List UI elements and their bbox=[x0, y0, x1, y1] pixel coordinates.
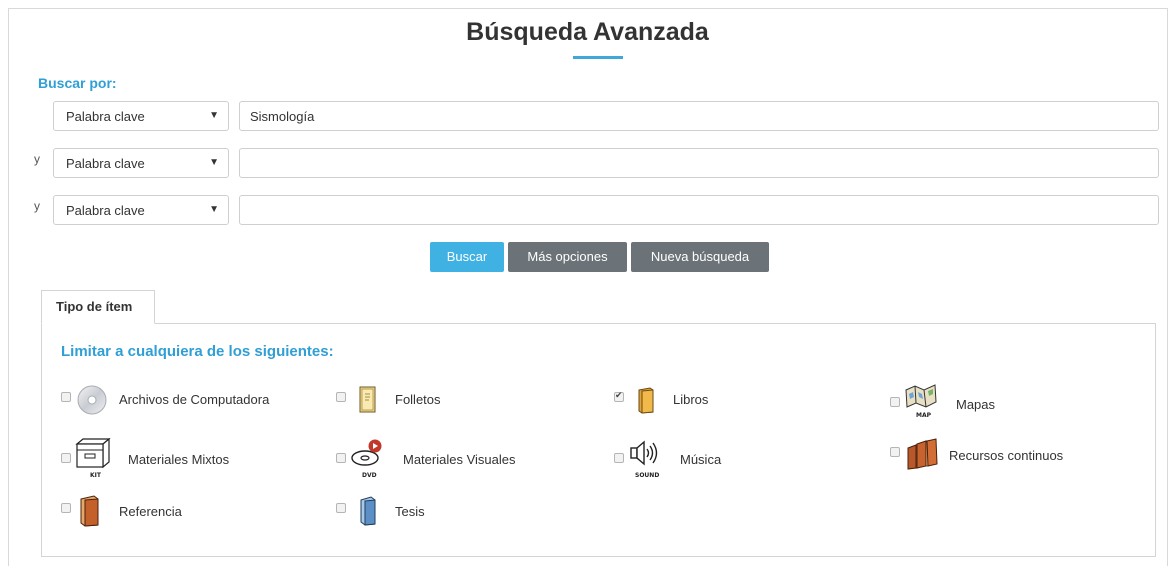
field-select-1[interactable]: Palabra clave ▼ bbox=[53, 101, 229, 131]
item-type-option: Tesis bbox=[336, 494, 536, 528]
row-conjunction: y bbox=[34, 199, 40, 213]
item-type-label: Recursos continuos bbox=[949, 448, 1064, 463]
kit-icon bbox=[75, 438, 111, 468]
search-term-input-3[interactable] bbox=[239, 195, 1159, 225]
item-type-label: Folletos bbox=[395, 392, 441, 407]
search-row-3: y Palabra clave ▼ bbox=[0, 195, 1175, 225]
reference-book-icon bbox=[80, 495, 99, 527]
thesis-book-icon bbox=[360, 496, 376, 526]
search-row-1: Palabra clave ▼ Sismología bbox=[0, 101, 1175, 131]
item-type-option: Recursos continuos bbox=[890, 438, 1090, 472]
dropdown-arrow-icon: ▼ bbox=[209, 157, 219, 168]
item-type-checkbox[interactable] bbox=[336, 453, 346, 463]
item-type-option: DVD Materiales Visuales bbox=[336, 438, 586, 482]
item-type-sublabel: KIT bbox=[90, 472, 101, 479]
item-type-label: Música bbox=[680, 452, 722, 467]
item-type-label: Materiales Visuales bbox=[403, 452, 516, 467]
search-term-input-2[interactable] bbox=[239, 148, 1159, 178]
item-type-label: Tesis bbox=[395, 504, 425, 519]
item-type-option: Archivos de Computadora bbox=[61, 384, 311, 418]
book-icon bbox=[638, 387, 654, 414]
item-type-checkbox[interactable] bbox=[336, 503, 346, 513]
item-type-sublabel: SOUND bbox=[635, 472, 660, 479]
item-type-checkbox[interactable] bbox=[61, 392, 71, 402]
item-type-label: Mapas bbox=[956, 397, 996, 412]
item-type-sublabel: MAP bbox=[916, 412, 932, 419]
field-select-value: Palabra clave bbox=[66, 109, 145, 124]
item-type-checkbox[interactable] bbox=[336, 392, 346, 402]
field-select-3[interactable]: Palabra clave ▼ bbox=[53, 195, 229, 225]
item-type-checkbox[interactable] bbox=[890, 397, 900, 407]
cd-icon bbox=[77, 385, 107, 415]
item-type-label: Archivos de Computadora bbox=[119, 392, 270, 407]
dropdown-arrow-icon: ▼ bbox=[209, 204, 219, 215]
item-type-label: Libros bbox=[673, 392, 709, 407]
item-type-checkbox[interactable] bbox=[890, 447, 900, 457]
map-icon bbox=[905, 384, 937, 408]
item-type-option: MAP Mapas bbox=[890, 382, 1090, 422]
item-type-option: SOUND Música bbox=[614, 438, 814, 482]
item-type-option: Libros bbox=[614, 384, 814, 418]
item-type-option: Referencia bbox=[61, 494, 261, 528]
field-select-2[interactable]: Palabra clave ▼ bbox=[53, 148, 229, 178]
item-type-checkbox[interactable] bbox=[614, 390, 624, 402]
item-type-checkbox[interactable] bbox=[61, 453, 71, 463]
item-type-sublabel: DVD bbox=[362, 472, 377, 479]
limit-heading: Limitar a cualquiera de los siguientes: bbox=[61, 343, 334, 360]
search-button[interactable]: Buscar bbox=[430, 242, 504, 272]
row-conjunction: y bbox=[34, 152, 40, 166]
title-underline bbox=[573, 56, 623, 59]
page-title: Búsqueda Avanzada bbox=[466, 18, 709, 46]
new-search-button[interactable]: Nueva búsqueda bbox=[631, 242, 769, 272]
search-by-label: Buscar por: bbox=[38, 75, 117, 91]
field-select-value: Palabra clave bbox=[66, 156, 145, 171]
item-type-checkbox[interactable] bbox=[61, 503, 71, 513]
sound-icon bbox=[630, 440, 658, 466]
item-type-option: KIT Materiales Mixtos bbox=[61, 438, 311, 482]
item-type-label: Referencia bbox=[119, 504, 182, 519]
tab-item-type[interactable]: Tipo de ítem bbox=[41, 290, 155, 324]
search-row-2: y Palabra clave ▼ bbox=[0, 148, 1175, 178]
item-type-label: Materiales Mixtos bbox=[128, 452, 230, 467]
dropdown-arrow-icon: ▼ bbox=[209, 110, 219, 121]
serials-icon bbox=[907, 438, 938, 470]
pamphlet-icon bbox=[359, 386, 376, 413]
item-type-option: Folletos bbox=[336, 384, 536, 418]
field-select-value: Palabra clave bbox=[66, 203, 145, 218]
search-term-input-1[interactable]: Sismología bbox=[239, 101, 1159, 131]
item-type-checkbox[interactable] bbox=[614, 453, 624, 463]
more-options-button[interactable]: Más opciones bbox=[508, 242, 627, 272]
dvd-icon bbox=[351, 439, 382, 466]
